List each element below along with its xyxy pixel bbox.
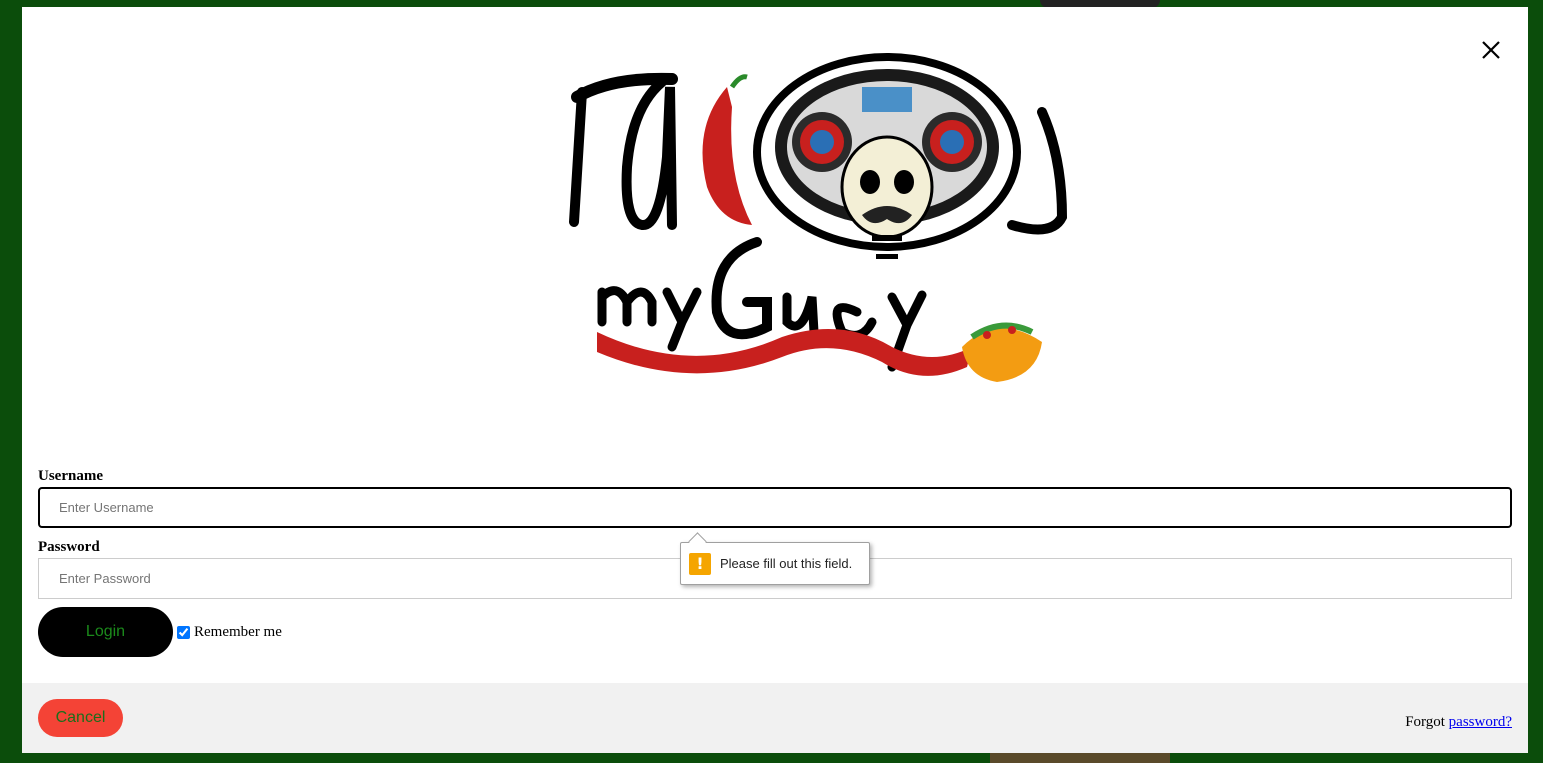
modal-footer: Cancel Forgot password? xyxy=(22,683,1528,753)
username-input[interactable] xyxy=(38,487,1512,528)
remember-checkbox[interactable] xyxy=(177,625,190,639)
warning-icon: ! xyxy=(689,552,711,575)
background-decoration-bottom xyxy=(990,753,1170,763)
forgot-password: Forgot password? xyxy=(1405,714,1512,731)
login-button[interactable]: Login xyxy=(38,607,173,657)
validation-tooltip: ! Please fill out this field. xyxy=(680,532,870,585)
close-icon[interactable] xyxy=(1478,37,1504,63)
validation-message: Please fill out this field. xyxy=(720,556,853,571)
forgot-password-link[interactable]: password? xyxy=(1449,714,1512,730)
remember-me[interactable]: Remember me xyxy=(177,624,282,641)
forgot-prefix: Forgot xyxy=(1405,714,1445,730)
username-label: Username xyxy=(38,468,103,484)
remember-label: Remember me xyxy=(194,623,282,640)
login-modal: Username Password Login Remember me Canc… xyxy=(22,7,1528,753)
cancel-button[interactable]: Cancel xyxy=(38,699,123,737)
brand-logo xyxy=(542,47,1082,407)
